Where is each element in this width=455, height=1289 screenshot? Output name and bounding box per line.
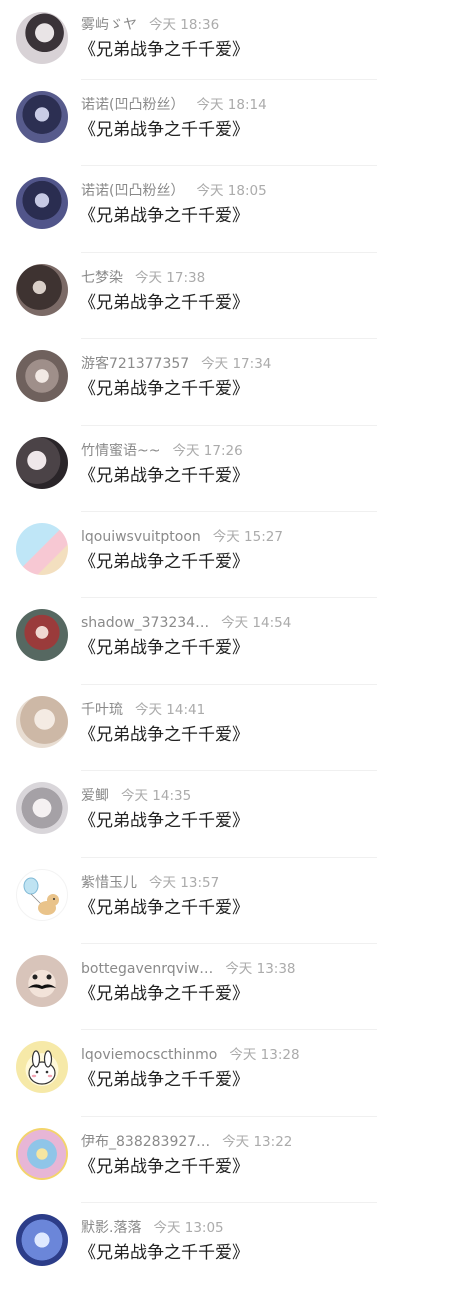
avatar[interactable] — [16, 91, 68, 143]
timestamp: 今天 17:38 — [135, 269, 206, 286]
comment-item[interactable]: 竹情蜜语~~ 今天 17:26 《兄弟战争之千千爱》 — [0, 426, 455, 512]
comment-text: 《兄弟战争之千千爱》 — [79, 379, 249, 400]
timestamp: 今天 17:34 — [201, 356, 272, 373]
username[interactable]: shadow_373234… — [81, 615, 209, 631]
balloon-dog-icon — [23, 877, 59, 915]
comment-text: 《兄弟战争之千千爱》 — [79, 897, 249, 918]
timestamp: 今天 15:27 — [212, 528, 283, 545]
comment-text: 《兄弟战争之千千爱》 — [79, 811, 249, 832]
username[interactable]: 七梦染 — [81, 270, 123, 286]
username[interactable]: 千叶琉 — [81, 702, 123, 718]
comment-text: 《兄弟战争之千千爱》 — [79, 1156, 249, 1177]
timestamp: 今天 13:05 — [153, 1220, 224, 1237]
username[interactable]: 爱鲫 — [81, 788, 109, 804]
comment-meta: lqoviemocscthinmo 今天 13:28 — [81, 1046, 300, 1064]
timestamp: 今天 17:26 — [172, 442, 243, 459]
comment-text: 《兄弟战争之千千爱》 — [79, 551, 249, 572]
comment-item[interactable]: lqoviemocscthinmo 今天 13:28 《兄弟战争之千千爱》 — [0, 1030, 455, 1117]
comment-meta: 竹情蜜语~~ 今天 17:26 — [81, 442, 243, 460]
comment-meta: 诺诺(凹凸粉丝） 今天 18:14 — [81, 96, 267, 114]
comment-item[interactable]: 千叶琉 今天 14:41 《兄弟战争之千千爱》 — [0, 685, 455, 772]
username[interactable]: bottegavenrqviw… — [81, 961, 213, 977]
comment-text: 《兄弟战争之千千爱》 — [79, 206, 249, 227]
comment-text: 《兄弟战争之千千爱》 — [79, 120, 249, 140]
username[interactable]: 竹情蜜语~~ — [81, 443, 160, 459]
timestamp: 今天 13:57 — [149, 874, 220, 891]
timestamp: 今天 18:05 — [196, 183, 267, 200]
comment-text: 《兄弟战争之千千爱》 — [79, 1070, 249, 1091]
comment-meta: 默影.落落 今天 13:05 — [81, 1219, 224, 1237]
timestamp: 今天 18:36 — [149, 17, 220, 33]
comment-meta: 紫惜玉儿 今天 13:57 — [81, 874, 219, 892]
timestamp: 今天 13:22 — [222, 1133, 293, 1150]
bunny-icon — [28, 1050, 56, 1085]
timestamp: 今天 13:38 — [225, 960, 296, 977]
username[interactable]: lqouiwsvuitptoon — [81, 529, 201, 545]
username[interactable]: 伊布_838283927… — [81, 1134, 210, 1150]
comment-meta: 爱鲫 今天 14:35 — [81, 787, 191, 805]
avatar[interactable] — [16, 177, 68, 230]
avatar[interactable] — [16, 436, 68, 489]
username[interactable]: 诺诺(凹凸粉丝） — [81, 97, 184, 113]
comment-text: 《兄弟战争之千千爱》 — [79, 983, 249, 1004]
username[interactable]: 雾屿ゞヤ — [81, 17, 137, 33]
avatar[interactable] — [16, 263, 68, 316]
comment-text: 《兄弟战争之千千爱》 — [79, 724, 249, 745]
avatar[interactable] — [16, 12, 68, 64]
avatar[interactable] — [16, 868, 68, 921]
timestamp: 今天 14:35 — [121, 788, 192, 805]
comment-text: 《兄弟战争之千千爱》 — [79, 465, 249, 486]
timestamp: 今天 14:54 — [221, 615, 292, 632]
username[interactable]: 紫惜玉儿 — [81, 875, 137, 891]
username[interactable]: 诺诺(凹凸粉丝） — [81, 183, 184, 199]
avatar[interactable] — [16, 1214, 68, 1267]
comment-meta: 伊布_838283927… 今天 13:22 — [81, 1133, 292, 1151]
username[interactable]: lqoviemocscthinmo — [81, 1047, 217, 1063]
comment-item[interactable]: 诺诺(凹凸粉丝） 今天 18:05 《兄弟战争之千千爱》 — [0, 166, 455, 253]
comment-meta: 七梦染 今天 17:38 — [81, 269, 205, 287]
timestamp: 今天 14:41 — [135, 701, 206, 718]
comment-meta: shadow_373234… 今天 14:54 — [81, 614, 291, 632]
comment-item[interactable]: 爱鲫 今天 14:35 《兄弟战争之千千爱》 — [0, 771, 455, 858]
avatar[interactable] — [16, 350, 68, 403]
comment-text: 《兄弟战争之千千爱》 — [79, 40, 249, 60]
mustache-face-icon — [28, 974, 56, 989]
comment-list: 雾屿ゞヤ 今天 18:36 《兄弟战争之千千爱》 诺诺(凹凸粉丝） 今天 18:14… — [0, 0, 455, 1289]
comment-item[interactable]: bottegavenrqviw… 今天 13:38 《兄弟战争之千千爱》 — [0, 944, 455, 1031]
avatar[interactable] — [16, 1041, 68, 1094]
username[interactable]: 游客721377357 — [81, 356, 189, 372]
avatar[interactable] — [16, 1127, 68, 1180]
avatar[interactable] — [16, 695, 68, 748]
comment-item[interactable]: 雾屿ゞヤ 今天 18:36 《兄弟战争之千千爱》 — [0, 0, 455, 80]
comment-item[interactable]: lqouiwsvuitptoon 今天 15:27 《兄弟战争之千千爱》 — [0, 512, 455, 599]
avatar[interactable] — [16, 782, 68, 835]
comment-meta: bottegavenrqviw… 今天 13:38 — [81, 960, 296, 978]
comment-meta: 千叶琉 今天 14:41 — [81, 701, 205, 719]
timestamp: 今天 13:28 — [229, 1047, 300, 1064]
comment-item[interactable]: 紫惜玉儿 今天 13:57 《兄弟战争之千千爱》 — [0, 858, 455, 944]
comment-text: 《兄弟战争之千千爱》 — [79, 1243, 249, 1264]
comment-text: 《兄弟战争之千千爱》 — [79, 292, 249, 313]
comment-meta: 游客721377357 今天 17:34 — [81, 355, 271, 373]
comment-item[interactable]: 伊布_838283927… 今天 13:22 《兄弟战争之千千爱》 — [0, 1117, 455, 1204]
comment-meta: 诺诺(凹凸粉丝） 今天 18:05 — [81, 182, 267, 200]
comment-item[interactable]: shadow_373234… 今天 14:54 《兄弟战争之千千爱》 — [0, 598, 455, 685]
comment-item[interactable]: 游客721377357 今天 17:34 《兄弟战争之千千爱》 — [0, 339, 455, 426]
comment-meta: 雾屿ゞヤ 今天 18:36 — [81, 16, 219, 34]
comment-text: 《兄弟战争之千千爱》 — [79, 638, 249, 659]
avatar[interactable] — [16, 609, 68, 662]
avatar[interactable] — [16, 522, 68, 575]
username[interactable]: 默影.落落 — [81, 1220, 141, 1236]
comment-item[interactable]: 诺诺(凹凸粉丝） 今天 18:14 《兄弟战争之千千爱》 — [0, 80, 455, 167]
comment-item[interactable]: 七梦染 今天 17:38 《兄弟战争之千千爱》 — [0, 253, 455, 340]
comment-item[interactable]: 默影.落落 今天 13:05 《兄弟战争之千千爱》 — [0, 1203, 455, 1289]
timestamp: 今天 18:14 — [196, 97, 267, 113]
avatar[interactable] — [16, 954, 68, 1007]
comment-meta: lqouiwsvuitptoon 今天 15:27 — [81, 528, 283, 546]
